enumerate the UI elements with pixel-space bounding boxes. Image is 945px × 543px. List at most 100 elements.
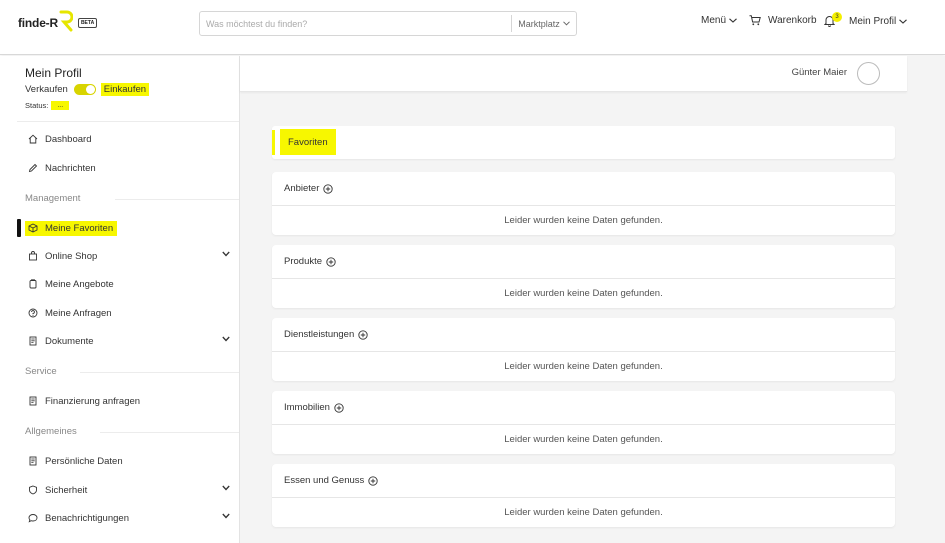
beta-badge: BETA	[77, 18, 98, 28]
logo-mark-icon	[59, 10, 73, 32]
section-label-service: Service	[25, 366, 57, 377]
favorites-section-produkte: Produkte Leider wurden keine Daten gefun…	[272, 245, 895, 308]
mode-toggle[interactable]	[73, 84, 96, 95]
section-label-management: Management	[25, 193, 81, 204]
sidebar-item-label: Finanzierung anfragen	[45, 395, 141, 407]
status-badge: ...	[51, 101, 70, 110]
notification-button[interactable]: 3	[823, 12, 842, 27]
section-divider	[100, 432, 239, 433]
chevron-down-icon	[222, 513, 230, 519]
cart-button[interactable]: Warenkorb	[749, 15, 817, 26]
empty-state-text: Leider wurden keine Daten gefunden.	[504, 433, 663, 445]
sidebar-item-label: Meine Favoriten	[45, 222, 114, 234]
favorites-section-dienstleistungen: Dienstleistungen Leider wurden keine Dat…	[272, 318, 895, 381]
section-title: Anbieter	[284, 183, 320, 194]
favorites-section-immobilien: Immobilien Leider wurden keine Daten gef…	[272, 391, 895, 454]
section-title: Produkte	[284, 256, 323, 267]
chevron-down-icon	[899, 18, 908, 24]
sidebar-item-finanzierung[interactable]: Finanzierung anfragen	[28, 393, 232, 409]
document-icon	[28, 456, 38, 466]
section-header[interactable]: Immobilien	[272, 391, 895, 425]
pencil-icon	[28, 163, 38, 173]
sidebar-title: Mein Profil	[25, 66, 82, 80]
logo-text: finde-R	[18, 16, 58, 30]
search-bar: Marktplatz	[199, 11, 577, 36]
sidebar-item-favoriten[interactable]: Meine Favoriten	[25, 220, 232, 236]
section-label-allgemeines: Allgemeines	[25, 426, 77, 437]
sidebar-item-label: Benachrichtigungen	[45, 512, 129, 524]
status-row: Status: ...	[25, 101, 70, 110]
profile-label: Mein Profil	[849, 15, 897, 27]
plus-circle-icon[interactable]	[368, 475, 378, 486]
empty-state-text: Leider wurden keine Daten gefunden.	[504, 214, 663, 226]
chat-icon	[28, 513, 38, 523]
sidebar-item-persoenliche-daten[interactable]: Persönliche Daten	[28, 453, 232, 469]
chevron-down-icon	[222, 251, 230, 257]
favorites-section-essen-und-genuss: Essen und Genuss Leider wurden keine Dat…	[272, 464, 895, 527]
search-input[interactable]	[200, 12, 511, 35]
section-divider	[80, 372, 239, 373]
avatar[interactable]	[857, 62, 880, 85]
plus-circle-icon[interactable]	[326, 256, 336, 267]
section-header[interactable]: Essen und Genuss	[272, 464, 895, 498]
section-title: Essen und Genuss	[284, 475, 365, 486]
empty-state-text: Leider wurden keine Daten gefunden.	[504, 287, 663, 299]
sidebar-item-label: Sicherheit	[45, 484, 88, 496]
empty-state-text: Leider wurden keine Daten gefunden.	[504, 506, 663, 518]
chevron-down-icon	[562, 21, 570, 26]
section-header[interactable]: Anbieter	[272, 172, 895, 206]
shield-icon	[28, 485, 38, 495]
search-category-select[interactable]: Marktplatz	[512, 19, 576, 29]
top-header: finde-R BETA Marktplatz Menü Warenkorb 3…	[0, 0, 945, 55]
sidebar-item-online-shop[interactable]: Online Shop	[28, 248, 232, 264]
main-content: Günter Maier Favoriten Anbieter Leider w…	[240, 56, 945, 543]
sidebar-item-dashboard[interactable]: Dashboard	[28, 131, 232, 147]
sidebar-item-benachrichtigungen[interactable]: Benachrichtigungen	[28, 510, 232, 526]
plus-circle-icon[interactable]	[358, 329, 368, 340]
sidebar-item-dokumente[interactable]: Dokumente	[28, 333, 232, 349]
section-header[interactable]: Dienstleistungen	[272, 318, 895, 352]
sidebar-item-label: Dokumente	[45, 335, 94, 347]
home-icon	[28, 134, 38, 144]
active-indicator	[17, 219, 21, 237]
empty-state-text: Leider wurden keine Daten gefunden.	[504, 360, 663, 372]
sidebar-item-angebote[interactable]: Meine Angebote	[28, 276, 232, 292]
menu-label: Menü	[701, 15, 727, 26]
notification-badge: 3	[832, 12, 842, 22]
sidebar-item-label: Persönliche Daten	[45, 455, 123, 467]
active-highlight: Meine Favoriten	[25, 220, 118, 236]
cart-label: Warenkorb	[768, 15, 817, 26]
favorites-title: Favoriten	[280, 129, 336, 155]
sidebar-divider	[17, 121, 239, 122]
document-icon	[28, 336, 38, 346]
section-title: Dienstleistungen	[284, 329, 355, 340]
profile-menu-button[interactable]: 3 Mein Profil	[823, 12, 908, 27]
cart-icon	[749, 15, 761, 26]
section-title: Immobilien	[284, 402, 330, 413]
chevron-down-icon	[222, 485, 230, 491]
plus-circle-icon[interactable]	[334, 402, 344, 413]
sidebar-item-label: Meine Anfragen	[45, 307, 112, 319]
sidebar-item-label: Nachrichten	[45, 162, 96, 174]
favorites-header: Favoriten	[272, 126, 895, 159]
mode-switch: Verkaufen Einkaufen	[25, 83, 150, 96]
favorites-accent-bar	[272, 130, 275, 155]
sidebar-item-label: Meine Angebote	[45, 278, 114, 290]
section-divider	[115, 199, 239, 200]
section-header[interactable]: Produkte	[272, 245, 895, 279]
sell-label: Verkaufen	[25, 84, 68, 95]
sidebar-item-label: Dashboard	[45, 133, 92, 145]
status-label: Status:	[25, 101, 49, 110]
tag-icon	[28, 279, 38, 289]
plus-circle-icon[interactable]	[323, 183, 334, 194]
chevron-down-icon	[729, 18, 737, 23]
search-category-label: Marktplatz	[518, 18, 560, 29]
user-bar: Günter Maier	[240, 56, 907, 92]
sidebar-item-nachrichten[interactable]: Nachrichten	[28, 160, 232, 176]
menu-button[interactable]: Menü	[701, 15, 737, 26]
user-name: Günter Maier	[791, 67, 847, 78]
sidebar-item-sicherheit[interactable]: Sicherheit	[28, 482, 232, 498]
logo[interactable]: finde-R BETA	[18, 10, 98, 34]
chevron-down-icon	[222, 336, 230, 342]
sidebar-item-anfragen[interactable]: Meine Anfragen	[28, 305, 232, 321]
